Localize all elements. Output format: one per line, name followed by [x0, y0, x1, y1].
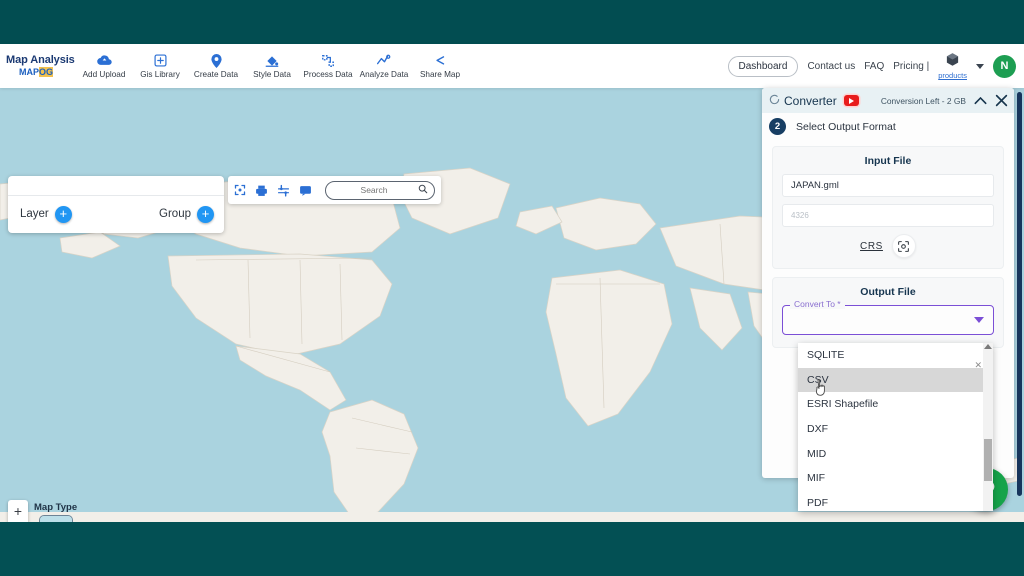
map-type-thumbnail[interactable]	[38, 515, 73, 522]
dashboard-button[interactable]: Dashboard	[727, 55, 799, 77]
map-pin-icon	[210, 53, 222, 68]
nav-item-gis-library[interactable]: Gis Library	[132, 53, 188, 79]
refresh-spinner-icon	[769, 92, 780, 110]
dropdown-option-csv[interactable]: CSV	[798, 367, 993, 393]
dropdown-scrollbar[interactable]	[983, 343, 993, 511]
share-nodes-icon	[433, 53, 447, 68]
products-menu[interactable]: products	[938, 52, 967, 80]
brand-title: Map Analysis	[6, 54, 75, 66]
nav-label: Add Upload	[82, 70, 126, 79]
cloud-upload-icon	[96, 53, 112, 68]
layer-add-group[interactable]: Layer +	[20, 205, 72, 223]
brand-sub-1: MAP	[19, 66, 39, 77]
brand-subtitle: MAPOG	[6, 66, 76, 77]
input-file-name[interactable]: JAPAN.gml	[782, 174, 994, 197]
nav-item-create-data[interactable]: Create Data	[188, 53, 244, 79]
cube-box-icon	[945, 52, 960, 71]
chevron-down-icon[interactable]	[974, 317, 984, 323]
nav-item-add-upload[interactable]: Add Upload	[76, 53, 132, 79]
bottom-teal-strip	[0, 522, 1024, 576]
dropdown-option-esri-shapefile[interactable]: ESRI Shapefile	[798, 392, 993, 417]
layer-panel-topbar	[8, 176, 224, 196]
output-file-title: Output File	[860, 286, 916, 298]
brand-sub-2: OG	[39, 66, 54, 77]
dropdown-option-mid[interactable]: MID	[798, 441, 993, 466]
app-header: Map Analysis MAPOG Add Upload Gis Librar…	[0, 44, 1024, 88]
map-toolbar	[228, 176, 441, 204]
nav-item-share-map[interactable]: Share Map	[412, 53, 468, 79]
step-badge: 2	[769, 118, 786, 135]
conversion-left-label: Conversion Left - 2 GB	[880, 95, 966, 106]
close-icon[interactable]	[995, 94, 1008, 107]
dropdown-option-dxf[interactable]: DXF	[798, 417, 993, 442]
zoom-in-button[interactable]: +	[8, 500, 28, 522]
add-group-button[interactable]: +	[197, 205, 214, 223]
nav-label: Style Data	[253, 70, 291, 79]
products-label: products	[938, 71, 967, 81]
layer-panel: Layer + Group +	[8, 176, 224, 233]
convert-to-label: Convert To *	[790, 299, 845, 309]
close-small-icon[interactable]: ✕	[974, 360, 982, 371]
print-icon[interactable]	[255, 184, 268, 197]
dropdown-list: SQLITE CSV ESRI Shapefile DXF MID MIF PD…	[798, 343, 993, 511]
link-faq[interactable]: FAQ	[864, 61, 884, 72]
add-layer-button[interactable]: +	[54, 205, 72, 223]
paint-bucket-icon	[265, 53, 279, 68]
crs-link[interactable]: CRS	[860, 241, 883, 252]
link-pricing[interactable]: Pricing |	[893, 61, 929, 72]
nav-label: Analyze Data	[359, 70, 409, 79]
process-dashed-icon	[321, 53, 335, 68]
output-file-card: Output File Convert To *	[772, 277, 1004, 348]
input-file-card: Input File JAPAN.gml 4326 CRS	[772, 146, 1004, 269]
crosshair-target-icon[interactable]	[891, 234, 916, 258]
convert-to-dropdown[interactable]: SQLITE CSV ESRI Shapefile DXF MID MIF PD…	[798, 343, 993, 511]
analytics-line-icon	[376, 53, 392, 68]
input-file-title: Input File	[864, 155, 912, 167]
header-right: Dashboard Contact us FAQ Pricing | produ…	[727, 52, 1024, 80]
scrollbar-thumb[interactable]	[984, 439, 992, 481]
library-plus-icon	[153, 53, 167, 68]
crs-row: CRS	[782, 234, 994, 258]
group-add-group[interactable]: Group +	[159, 205, 214, 223]
search-input[interactable]	[334, 185, 414, 195]
dropdown-option-mif[interactable]: MIF	[798, 466, 993, 491]
nav-item-process-data[interactable]: Process Data	[300, 53, 356, 79]
zoom-controls: + −	[8, 500, 28, 522]
main-nav: Add Upload Gis Library Create Data Style…	[76, 53, 468, 79]
nav-item-analyze-data[interactable]: Analyze Data	[356, 53, 412, 79]
layer-label: Layer	[20, 208, 49, 220]
dropdown-option-sqlite[interactable]: SQLITE	[798, 343, 993, 368]
group-label: Group	[159, 208, 191, 220]
comment-icon[interactable]	[299, 184, 312, 197]
fullscreen-crop-icon[interactable]	[234, 184, 246, 196]
converter-header: Converter Conversion Left - 2 GB	[762, 88, 1014, 113]
convert-to-select[interactable]: Convert To *	[782, 299, 994, 335]
search-icon[interactable]	[418, 181, 428, 199]
chevron-up-icon[interactable]	[974, 96, 987, 105]
nav-label: Create Data	[193, 70, 239, 79]
brand-logo[interactable]: Map Analysis MAPOG	[0, 54, 76, 77]
converter-step-row: 2 Select Output Format	[762, 113, 1014, 140]
dropdown-option-pdf[interactable]: PDF	[798, 491, 993, 511]
scroll-up-arrow-icon[interactable]	[984, 344, 992, 349]
compare-swap-icon[interactable]	[277, 184, 290, 197]
step-label: Select Output Format	[796, 120, 896, 133]
map-search[interactable]	[325, 180, 435, 200]
input-crs-field[interactable]: 4326	[782, 204, 994, 227]
nav-label: Gis Library	[140, 70, 180, 79]
top-teal-strip	[0, 0, 1024, 44]
chevron-down-icon[interactable]	[976, 63, 984, 69]
map-type-label: Map Type	[34, 502, 78, 513]
map-type-control: Map Type	[34, 502, 77, 522]
page-scrollbar[interactable]	[1017, 92, 1022, 496]
layer-panel-row: Layer + Group +	[8, 196, 224, 232]
app-root: Map Analysis MAPOG Add Upload Gis Librar…	[0, 0, 1024, 576]
converter-title: Converter	[784, 93, 837, 108]
youtube-play-icon[interactable]	[843, 95, 859, 106]
nav-label: Process Data	[303, 70, 353, 79]
nav-label: Share Map	[419, 70, 461, 79]
link-contact-us[interactable]: Contact us	[807, 61, 855, 72]
nav-item-style-data[interactable]: Style Data	[244, 53, 300, 79]
avatar[interactable]: N	[993, 54, 1016, 78]
